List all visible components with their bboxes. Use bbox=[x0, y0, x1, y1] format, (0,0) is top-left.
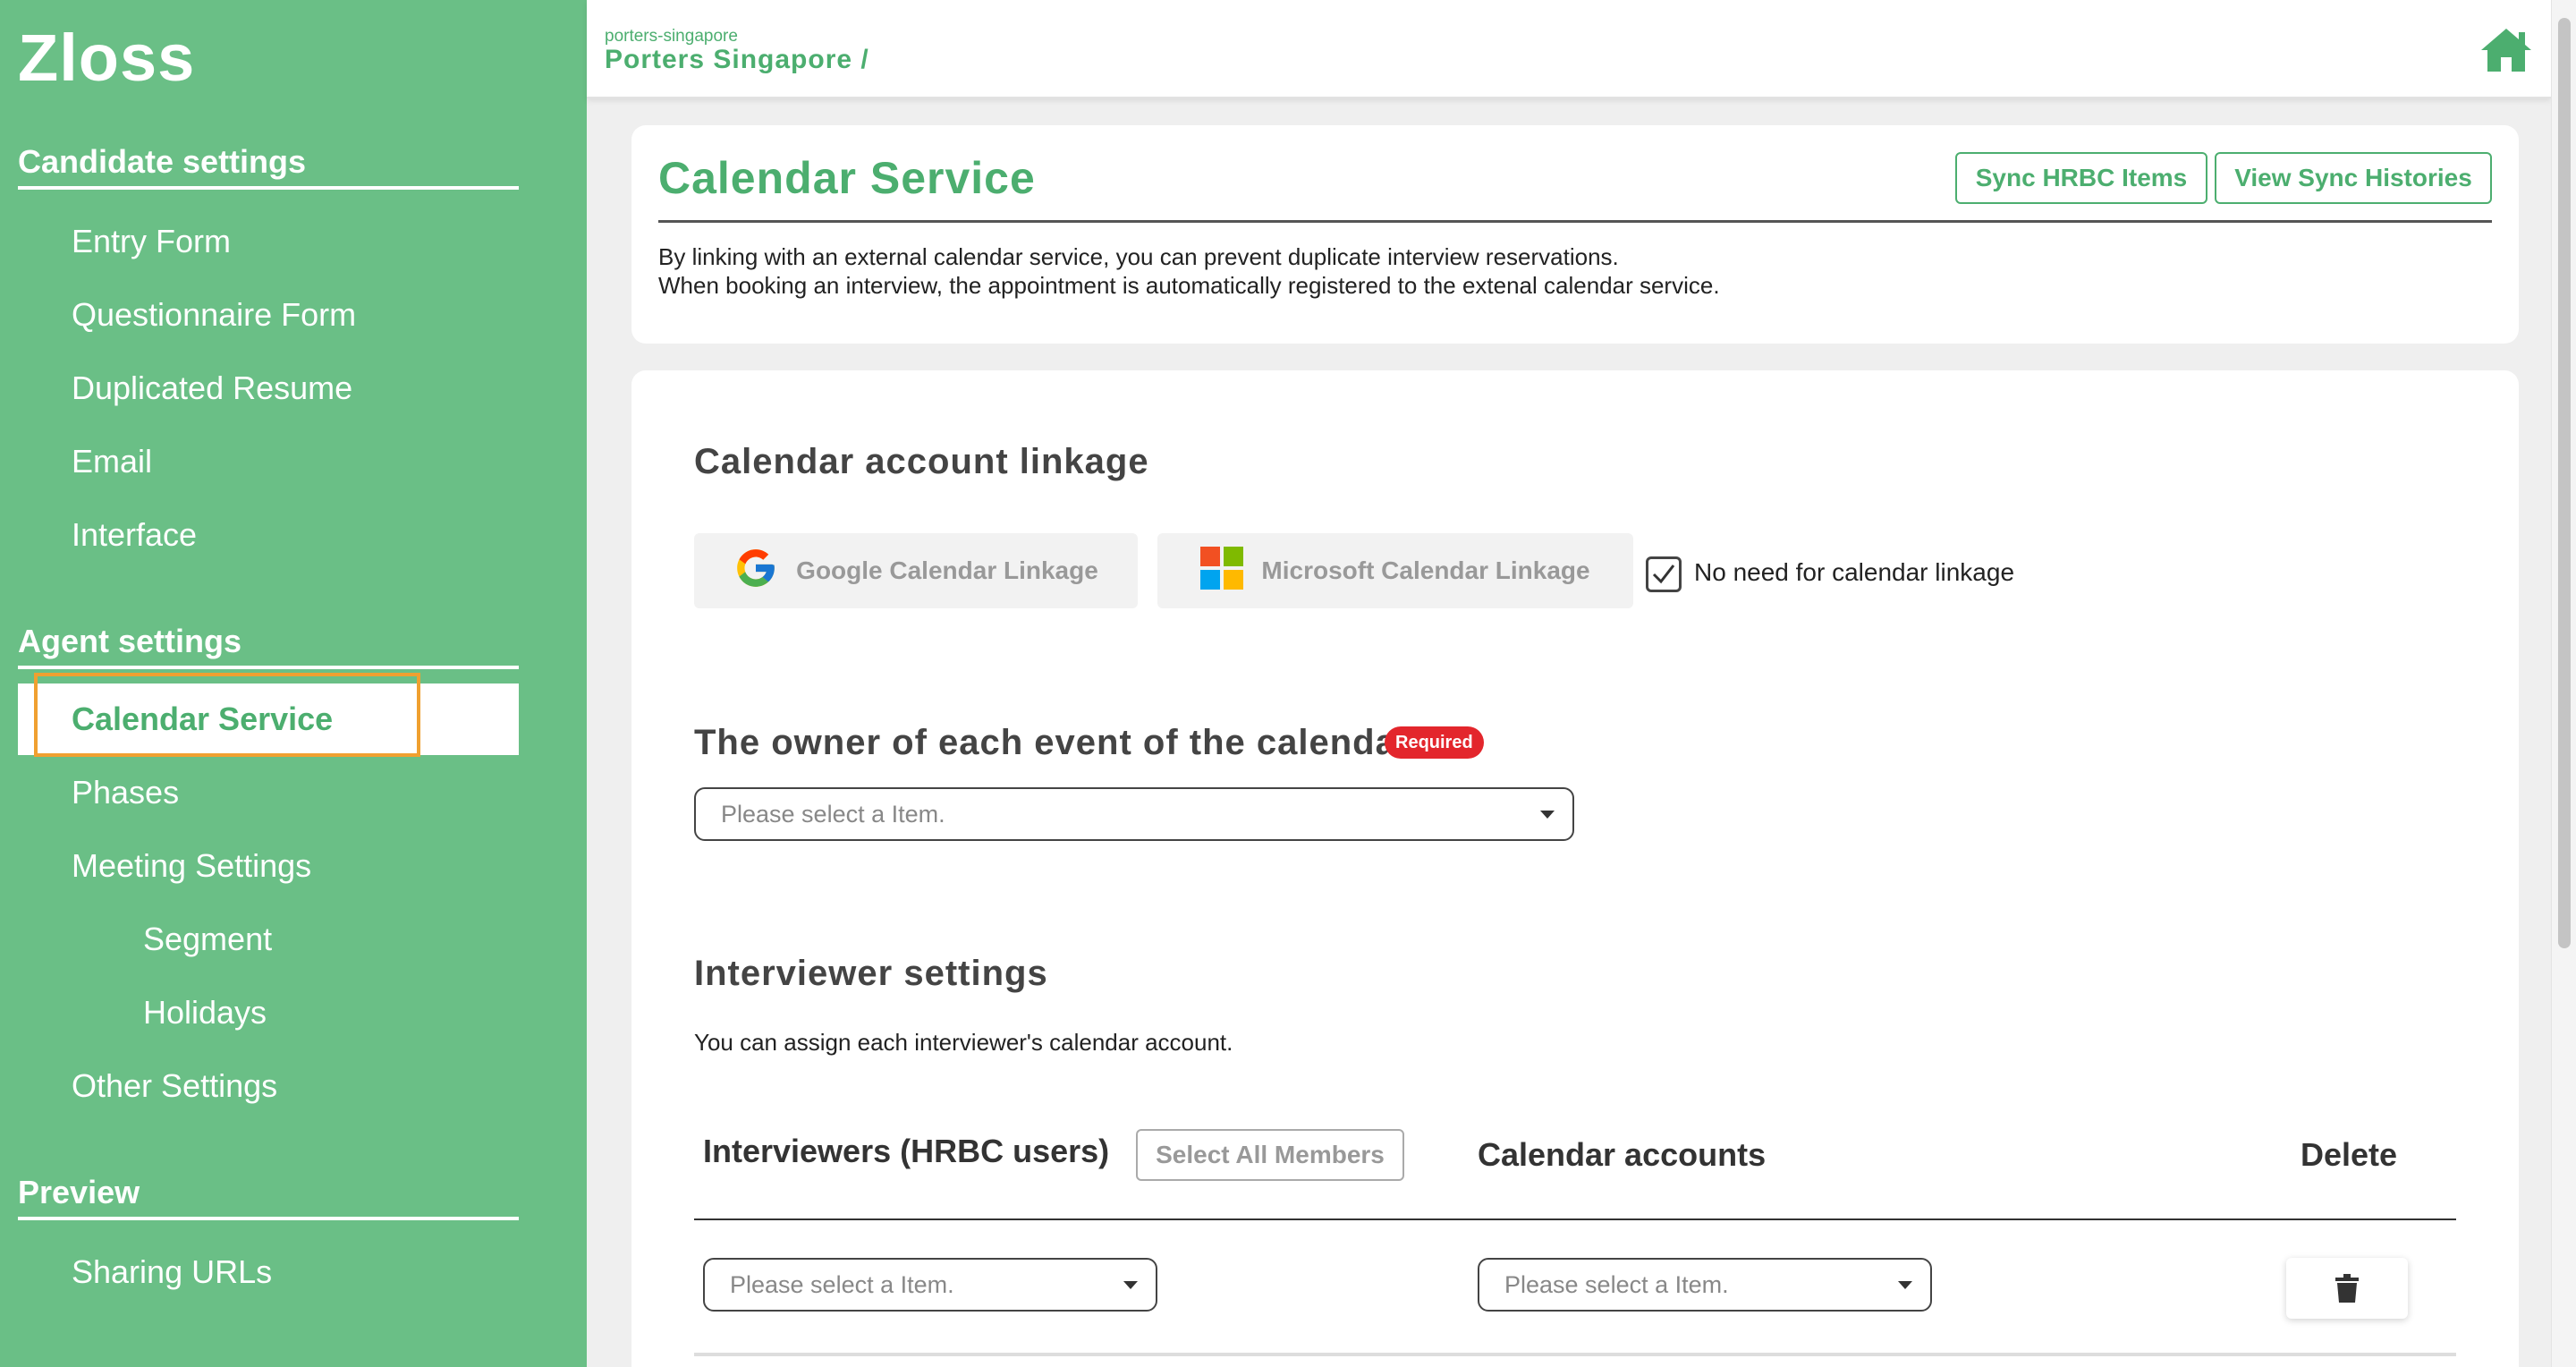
page-title: Calendar Service bbox=[658, 153, 1036, 203]
interviewer-select-placeholder: Please select a Item. bbox=[730, 1270, 954, 1298]
trash-icon bbox=[2335, 1274, 2359, 1303]
sidebar-item-email[interactable]: Email bbox=[0, 426, 519, 497]
owner-select[interactable]: Please select a Item. bbox=[694, 787, 1574, 841]
sidebar-item-duplicated-resume[interactable]: Duplicated Resume bbox=[0, 352, 519, 424]
interviewer-select[interactable]: Please select a Item. bbox=[703, 1258, 1157, 1312]
app-logo: Zloss bbox=[18, 21, 196, 95]
check-icon bbox=[1652, 565, 1675, 584]
microsoft-button-label: Microsoft Calendar Linkage bbox=[1261, 556, 1590, 584]
required-badge: Required bbox=[1385, 726, 1484, 759]
google-icon bbox=[733, 546, 778, 597]
col-calendar-accounts: Calendar accounts bbox=[1478, 1136, 1767, 1173]
google-button-label: Google Calendar Linkage bbox=[796, 556, 1098, 584]
chevron-down-icon bbox=[1898, 1281, 1912, 1289]
calendar-account-select-placeholder: Please select a Item. bbox=[1504, 1270, 1729, 1298]
no-need-linkage-label[interactable]: No need for calendar linkage bbox=[1694, 558, 2014, 587]
table-header-divider bbox=[694, 1218, 2456, 1220]
row-divider bbox=[694, 1353, 2456, 1356]
scrollbar-thumb[interactable] bbox=[2558, 18, 2571, 948]
sidebar: Zloss Candidate settings Entry Form Ques… bbox=[0, 0, 587, 1367]
description-line-2: When booking an interview, the appointme… bbox=[658, 272, 1720, 299]
sidebar-item-interface[interactable]: Interface bbox=[0, 499, 519, 571]
agent-settings-heading: Agent settings bbox=[18, 623, 519, 669]
sidebar-item-other-settings[interactable]: Other Settings bbox=[0, 1050, 519, 1122]
chevron-down-icon bbox=[1123, 1281, 1138, 1289]
sidebar-item-holidays[interactable]: Holidays bbox=[0, 977, 519, 1049]
home-icon[interactable] bbox=[2479, 25, 2533, 75]
google-calendar-linkage-button[interactable]: Google Calendar Linkage bbox=[694, 533, 1138, 608]
top-bar: porters-singapore Porters Singapore / bbox=[587, 0, 2551, 98]
title-divider bbox=[658, 220, 2492, 223]
org-id: porters-singapore bbox=[605, 27, 738, 46]
delete-row-button[interactable] bbox=[2286, 1258, 2408, 1319]
preview-heading: Preview bbox=[18, 1174, 519, 1220]
no-need-linkage-checkbox[interactable] bbox=[1646, 556, 1682, 592]
info-card: Calendar Service Sync HRBC Items View Sy… bbox=[631, 125, 2519, 344]
col-delete: Delete bbox=[2301, 1136, 2398, 1173]
description-line-1: By linking with an external calendar ser… bbox=[658, 243, 1619, 270]
select-all-members-button[interactable]: Select All Members bbox=[1136, 1129, 1404, 1181]
sidebar-item-phases[interactable]: Phases bbox=[0, 757, 519, 828]
microsoft-icon bbox=[1200, 546, 1244, 596]
sidebar-item-sharing-urls[interactable]: Sharing URLs bbox=[0, 1236, 519, 1308]
scrollbar[interactable] bbox=[2551, 0, 2576, 1367]
chevron-down-icon bbox=[1540, 811, 1555, 819]
interviewer-settings-heading: Interviewer settings bbox=[694, 954, 1048, 993]
col-interviewers: Interviewers (HRBC users) bbox=[703, 1133, 1110, 1169]
microsoft-calendar-linkage-button[interactable]: Microsoft Calendar Linkage bbox=[1157, 533, 1633, 608]
calendar-account-select[interactable]: Please select a Item. bbox=[1478, 1258, 1932, 1312]
sidebar-item-entry-form[interactable]: Entry Form bbox=[0, 206, 519, 277]
settings-card: Calendar account linkage Google Calendar… bbox=[631, 370, 2519, 1367]
owner-heading: The owner of each event of the calendar bbox=[694, 723, 1411, 762]
candidate-settings-heading: Candidate settings bbox=[18, 143, 519, 190]
sidebar-item-calendar-service[interactable]: Calendar Service bbox=[18, 684, 519, 755]
sync-hrbc-items-button[interactable]: Sync HRBC Items bbox=[1955, 152, 2207, 204]
breadcrumb[interactable]: Porters Singapore / bbox=[605, 45, 869, 75]
interviewer-settings-note: You can assign each interviewer's calend… bbox=[694, 1029, 1233, 1056]
owner-select-placeholder: Please select a Item. bbox=[721, 800, 945, 828]
linkage-heading: Calendar account linkage bbox=[694, 442, 1149, 481]
view-sync-histories-button[interactable]: View Sync Histories bbox=[2215, 152, 2492, 204]
sidebar-item-segment[interactable]: Segment bbox=[0, 904, 519, 975]
sidebar-item-meeting-settings[interactable]: Meeting Settings bbox=[0, 830, 519, 902]
sidebar-item-questionnaire-form[interactable]: Questionnaire Form bbox=[0, 279, 519, 351]
